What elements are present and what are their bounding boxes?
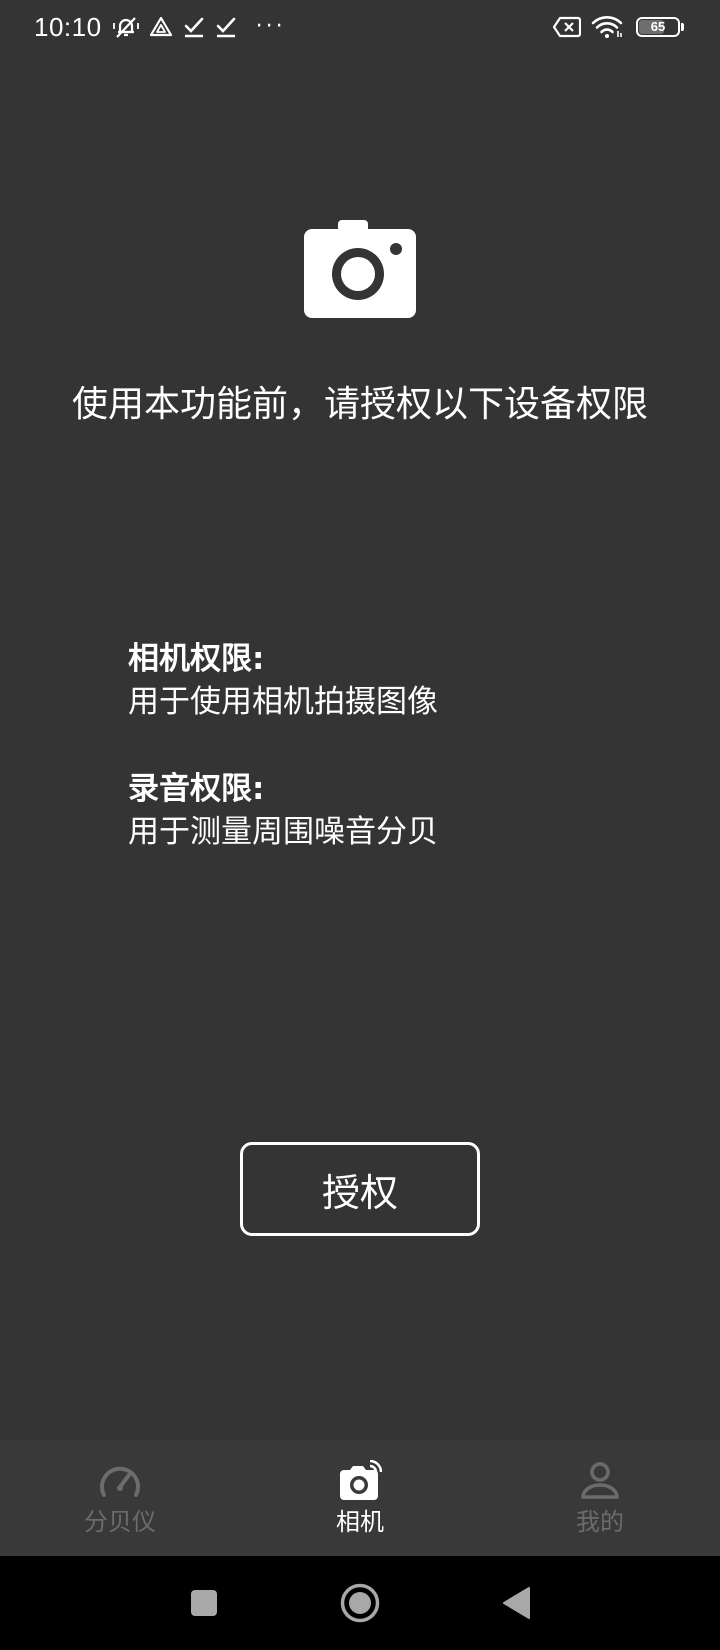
check-icon [215,16,237,38]
status-left: 10:10 ··· [34,12,286,43]
drive-icon [149,16,173,38]
battery-cap [681,23,684,31]
permission-headline: 使用本功能前，请授权以下设备权限 [71,384,648,425]
nav-label-camera: 相机 [336,1508,384,1536]
camera-icon [302,216,418,320]
speedometer-icon [97,1459,143,1503]
recents-square-icon[interactable] [164,1563,244,1643]
bottom-nav: 分贝仪 相机 我的 [0,1440,720,1556]
battery-level: 65 [650,19,666,34]
nav-item-decibel-meter[interactable]: 分贝仪 [0,1440,240,1556]
status-time: 10:10 [34,11,102,42]
audio-permission-title: 录音权限: [128,771,265,807]
person-icon [577,1459,623,1503]
audio-permission-block: 录音权限: 用于测量周围噪音分贝 [128,768,688,854]
nav-label-profile: 我的 [576,1508,624,1536]
camera-icon [337,1459,383,1503]
no-sim-icon [553,16,581,38]
camera-permission-block: 相机权限: 用于使用相机拍摄图像 [128,638,688,724]
nav-item-profile[interactable]: 我的 [480,1440,720,1556]
audio-permission-description: 用于测量周围噪音分贝 [128,814,438,850]
authorize-button[interactable]: 授权 [240,1142,480,1236]
system-navigation-bar [0,1556,720,1650]
nav-label-decibel-meter: 分贝仪 [84,1508,156,1536]
camera-permission-title: 相机权限: [128,641,265,677]
check-icon [183,16,205,38]
nav-item-camera[interactable]: 相机 [240,1440,480,1556]
battery-icon: 65 [636,17,680,37]
camera-permission-description: 用于使用相机拍摄图像 [128,684,438,720]
status-right: 65 [548,15,684,39]
home-circle-icon[interactable] [320,1563,400,1643]
muted-bell-icon [112,14,139,40]
back-triangle-icon[interactable] [476,1563,556,1643]
wifi-icon [591,15,623,39]
status-bar: 10:10 ··· 65 [0,0,720,54]
more-dots-icon: ··· [255,14,286,39]
